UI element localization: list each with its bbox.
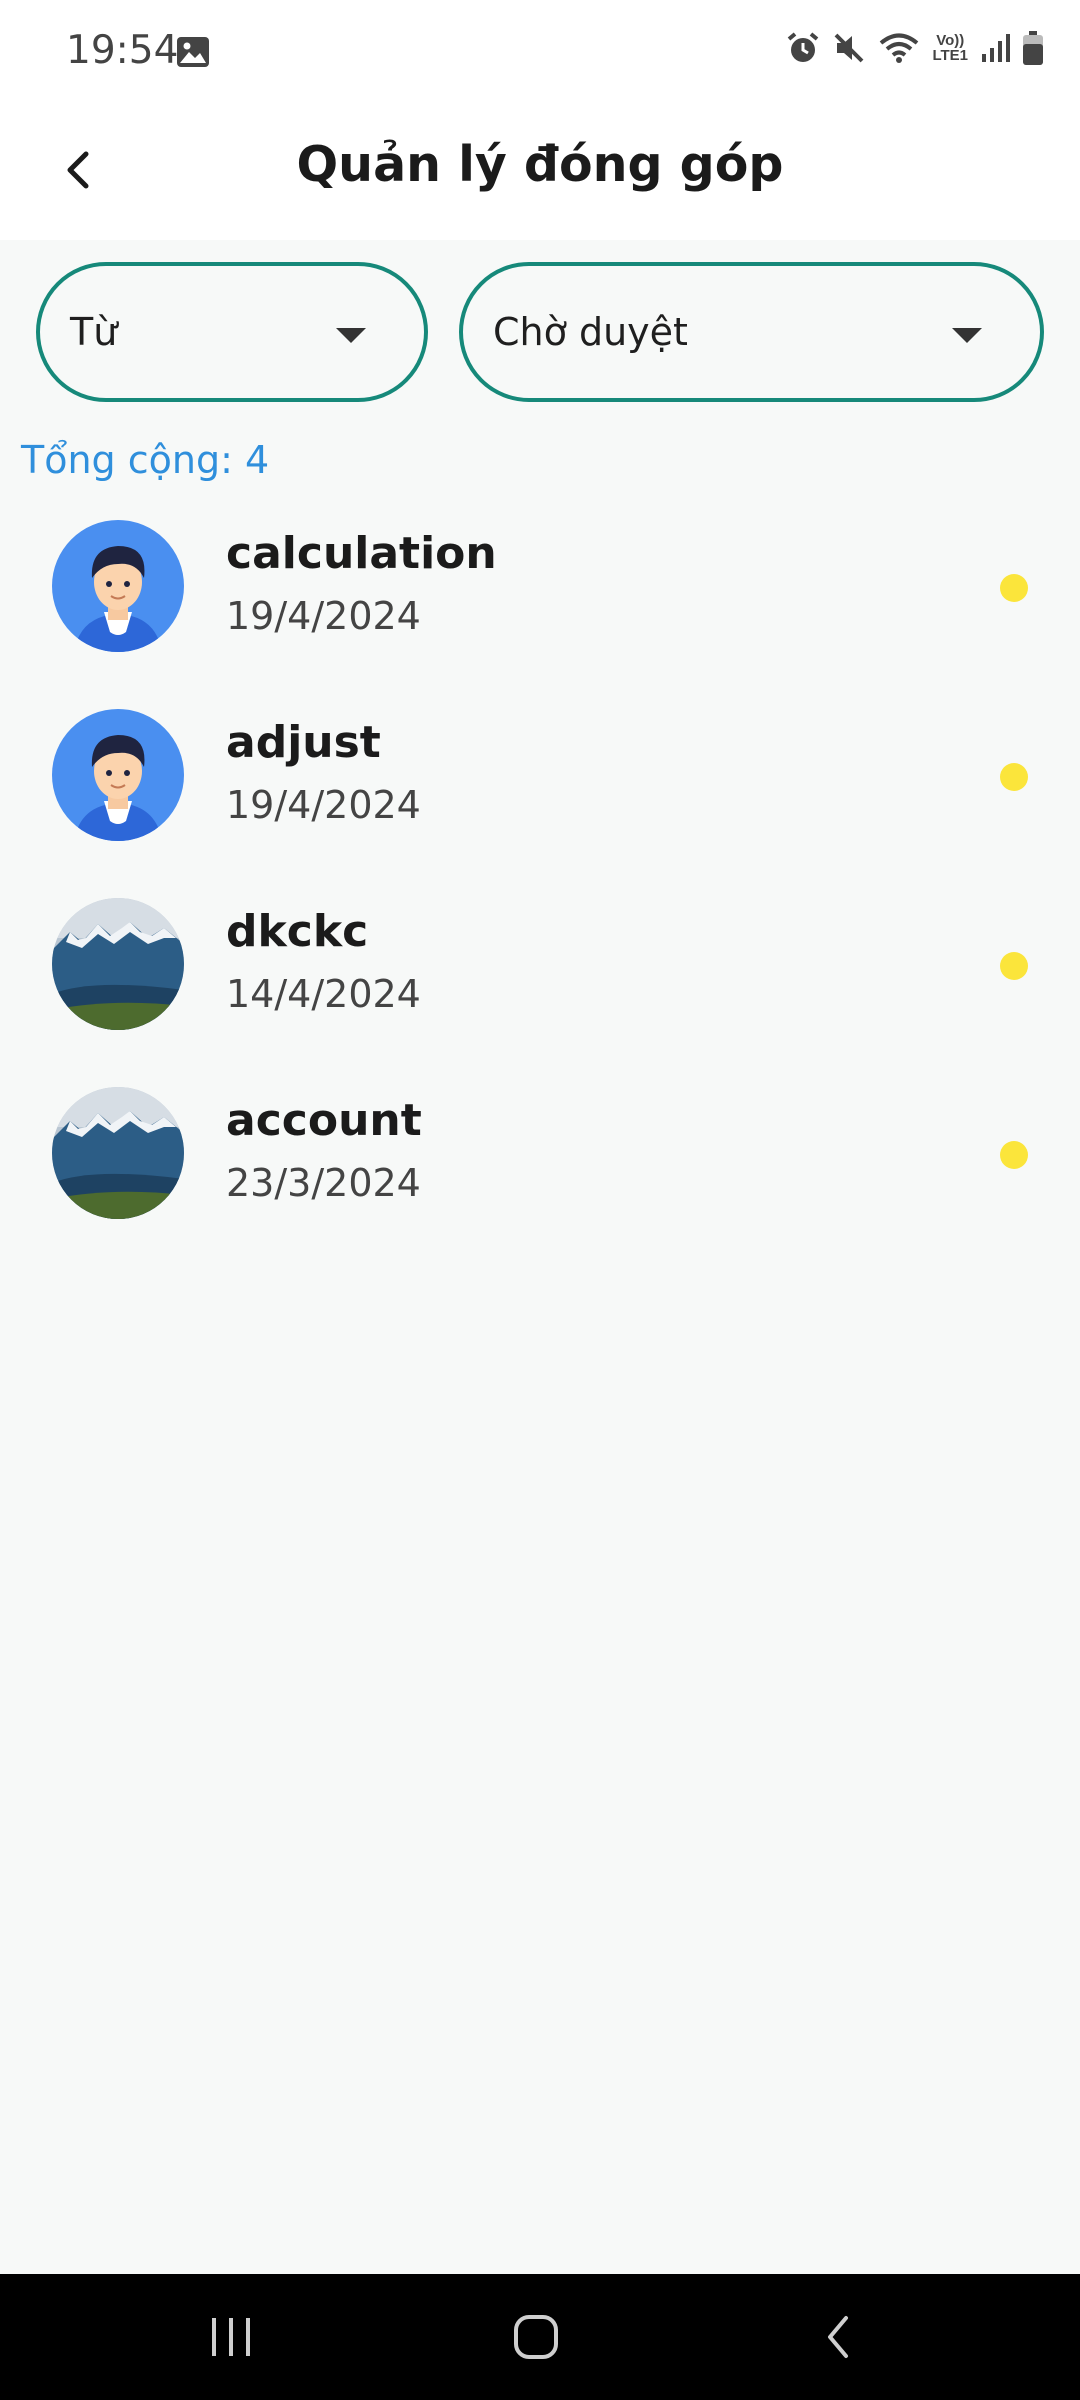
volte-bottom-text: LTE1 xyxy=(932,47,968,64)
status-bar: 19:54 Vo)) LTE1 xyxy=(0,0,1080,100)
signal-icon xyxy=(980,32,1010,64)
status-icons: Vo)) LTE1 xyxy=(786,30,1044,66)
volte-top-text: Vo)) xyxy=(936,32,965,49)
from-filter-label: Từ xyxy=(70,310,118,354)
page-title: Quản lý đóng góp xyxy=(296,136,784,193)
mountain-photo-avatar xyxy=(52,1087,184,1219)
caret-down-icon xyxy=(336,328,366,343)
pending-status-dot xyxy=(1000,952,1028,980)
person-avatar xyxy=(52,520,184,652)
status-filter-dropdown[interactable]: Chờ duyệt xyxy=(459,262,1044,402)
wifi-icon xyxy=(878,31,920,65)
home-button[interactable] xyxy=(510,2310,566,2369)
list-item[interactable]: adjust 19/4/2024 xyxy=(0,689,1080,859)
pending-status-dot xyxy=(1000,763,1028,791)
image-icon xyxy=(176,36,210,73)
person-avatar xyxy=(52,709,184,841)
item-name: calculation xyxy=(226,528,497,579)
item-name: dkckc xyxy=(226,906,369,957)
recents-button[interactable] xyxy=(206,2310,256,2369)
list-item[interactable]: account 23/3/2024 xyxy=(0,1067,1080,1237)
alarm-icon xyxy=(786,31,820,65)
home-icon xyxy=(514,2315,558,2359)
recents-icon xyxy=(212,2318,250,2356)
system-nav-bar xyxy=(0,2274,1080,2400)
total-count: Tổng cộng: 4 xyxy=(21,438,270,482)
pending-status-dot xyxy=(1000,1141,1028,1169)
volte-icon: Vo)) LTE1 xyxy=(932,33,968,63)
item-date: 23/3/2024 xyxy=(226,1161,421,1205)
mountain-photo-avatar xyxy=(52,898,184,1030)
back-icon xyxy=(828,2316,848,2358)
item-name: account xyxy=(226,1095,422,1146)
item-date: 19/4/2024 xyxy=(226,594,421,638)
item-date: 19/4/2024 xyxy=(226,783,421,827)
caret-down-icon xyxy=(952,328,982,343)
list-item[interactable]: calculation 19/4/2024 xyxy=(0,500,1080,670)
list-item[interactable]: dkckc 14/4/2024 xyxy=(0,878,1080,1048)
status-time: 19:54 xyxy=(66,28,179,73)
from-filter-dropdown[interactable]: Từ xyxy=(36,262,428,402)
battery-icon xyxy=(1022,30,1044,66)
item-name: adjust xyxy=(226,717,381,768)
item-date: 14/4/2024 xyxy=(226,972,421,1016)
app-bar: Quản lý đóng góp xyxy=(0,100,1080,240)
status-filter-label: Chờ duyệt xyxy=(493,310,688,354)
nav-back-button[interactable] xyxy=(818,2310,858,2369)
mute-icon xyxy=(832,31,866,65)
pending-status-dot xyxy=(1000,574,1028,602)
